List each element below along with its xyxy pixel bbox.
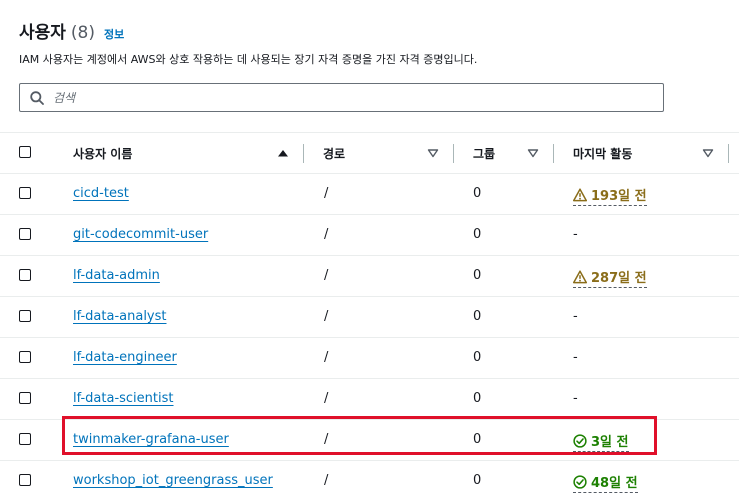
table-row: lf-data-engineer / 0 - [0, 338, 739, 379]
user-name-link[interactable]: git-codecommit-user [73, 227, 208, 242]
warning-icon [573, 187, 587, 202]
groups-cell: 0 [473, 227, 482, 242]
row-checkbox[interactable] [19, 310, 31, 322]
caret-down-outline-icon[interactable] [702, 147, 714, 159]
path-cell: / [324, 350, 329, 365]
table-row: workshop_iot_greengrass_user / 0 48일 전 [0, 461, 739, 499]
last-activity-cell: - [573, 227, 578, 242]
page-header: 사용자 (8) 정보 [19, 18, 124, 43]
column-header-name[interactable]: 사용자 이름 [73, 145, 132, 162]
row-checkbox[interactable] [19, 351, 31, 363]
path-cell: / [324, 473, 329, 488]
last-activity-cell: - [573, 309, 578, 324]
users-page: 사용자 (8) 정보 IAM 사용자는 계정에서 AWS와 상호 작용하는 데 … [0, 0, 739, 499]
page-description: IAM 사용자는 계정에서 AWS와 상호 작용하는 데 사용되는 장기 자격 … [19, 53, 478, 66]
caret-down-outline-icon[interactable] [427, 147, 439, 159]
last-activity-cell: - [573, 350, 578, 365]
user-name-link[interactable]: lf-data-engineer [73, 350, 177, 365]
last-activity-text: 287일 전 [591, 271, 647, 286]
check-circle-icon [573, 474, 587, 489]
path-cell: / [324, 268, 329, 283]
row-checkbox[interactable] [19, 228, 31, 240]
last-activity-text: 3일 전 [591, 435, 629, 450]
row-checkbox[interactable] [19, 433, 31, 445]
last-activity-cell[interactable]: 193일 전 [573, 185, 647, 206]
page-title: 사용자 [19, 23, 66, 43]
groups-cell: 0 [473, 186, 482, 201]
last-activity-cell[interactable]: 48일 전 [573, 472, 638, 493]
user-name-link[interactable]: cicd-test [73, 186, 129, 201]
groups-cell: 0 [473, 432, 482, 447]
user-name-link[interactable]: lf-data-admin [73, 268, 160, 283]
path-cell: / [324, 432, 329, 447]
table-row: lf-data-scientist / 0 - [0, 379, 739, 420]
column-header-groups[interactable]: 그룹 [473, 145, 495, 162]
search-icon [29, 90, 45, 106]
groups-cell: 0 [473, 309, 482, 324]
select-all-checkbox[interactable] [19, 146, 31, 158]
groups-cell: 0 [473, 473, 482, 488]
caret-up-icon[interactable] [277, 147, 289, 159]
users-table: 사용자 이름 경로 그룹 마지막 활동 cicd-test / 0 193일 전 git… [0, 132, 739, 499]
search-input[interactable] [51, 89, 645, 106]
user-name-link[interactable]: workshop_iot_greengrass_user [73, 473, 273, 488]
column-divider[interactable] [553, 144, 554, 163]
path-cell: / [324, 186, 329, 201]
groups-cell: 0 [473, 350, 482, 365]
row-checkbox[interactable] [19, 392, 31, 404]
column-header-path[interactable]: 경로 [323, 145, 345, 162]
caret-down-outline-icon[interactable] [527, 147, 539, 159]
last-activity-cell: - [573, 391, 578, 406]
user-count: (8) [70, 23, 96, 43]
path-cell: / [324, 227, 329, 242]
table-row: lf-data-admin / 0 287일 전 [0, 256, 739, 297]
last-activity-text: 193일 전 [591, 189, 647, 204]
path-cell: / [324, 391, 329, 406]
last-activity-cell[interactable]: 287일 전 [573, 267, 647, 288]
table-body: cicd-test/0 193일 전 git-codecommit-user/0- l… [0, 174, 739, 499]
user-name-link[interactable]: lf-data-analyst [73, 309, 167, 324]
info-link[interactable]: 정보 [104, 26, 124, 42]
column-divider[interactable] [728, 144, 729, 163]
user-name-link[interactable]: lf-data-scientist [73, 391, 174, 406]
table-header: 사용자 이름 경로 그룹 마지막 활동 [0, 132, 739, 174]
table-row: lf-data-analyst / 0 - [0, 297, 739, 338]
path-cell: / [324, 309, 329, 324]
groups-cell: 0 [473, 268, 482, 283]
row-checkbox[interactable] [19, 187, 31, 199]
table-row: cicd-test / 0 193일 전 [0, 174, 739, 215]
column-divider[interactable] [453, 144, 454, 163]
column-divider[interactable] [303, 144, 304, 163]
user-name-link[interactable]: twinmaker-grafana-user [73, 432, 229, 447]
search-box[interactable] [19, 83, 664, 112]
column-header-last-activity[interactable]: 마지막 활동 [573, 145, 632, 162]
row-checkbox[interactable] [19, 474, 31, 486]
row-checkbox[interactable] [19, 269, 31, 281]
table-row: twinmaker-grafana-user / 0 3일 전 [0, 420, 739, 461]
check-circle-icon [573, 433, 587, 448]
groups-cell: 0 [473, 391, 482, 406]
last-activity-text: 48일 전 [591, 476, 638, 491]
warning-icon [573, 269, 587, 284]
table-row: git-codecommit-user / 0 - [0, 215, 739, 256]
last-activity-cell[interactable]: 3일 전 [573, 431, 629, 452]
